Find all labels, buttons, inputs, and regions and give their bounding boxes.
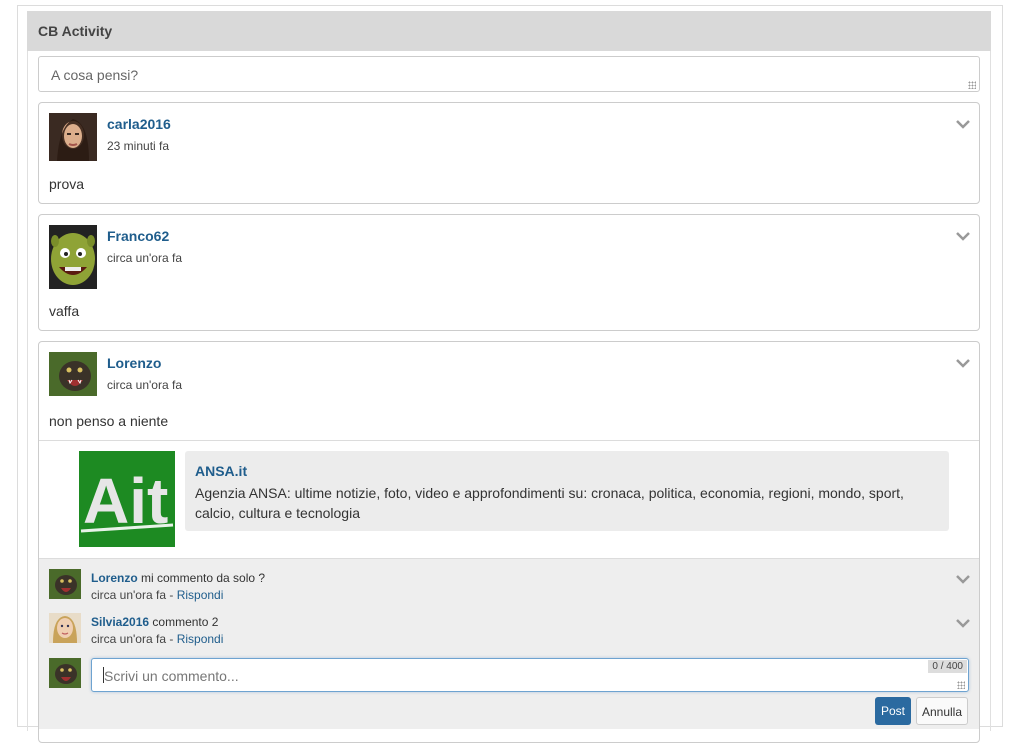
post-text: prova xyxy=(49,176,85,192)
avatar[interactable] xyxy=(49,569,81,599)
link-description: Agenzia ANSA: ultime notizie, foto, vide… xyxy=(195,485,904,521)
link-title[interactable]: ANSA.it xyxy=(195,463,247,479)
resize-grip-icon[interactable] xyxy=(968,81,976,89)
ansa-logo[interactable]: Ait xyxy=(79,451,175,547)
chevron-down-icon[interactable] xyxy=(956,574,970,584)
reply-link[interactable]: Rispondi xyxy=(177,632,224,646)
post-button[interactable]: Post xyxy=(875,697,911,725)
reply-link[interactable]: Rispondi xyxy=(177,588,224,602)
post-author[interactable]: Franco62 xyxy=(107,228,169,244)
link-preview[interactable]: Ait ANSA.it Agenzia ANSA: ultime notizie… xyxy=(39,440,979,559)
cancel-button[interactable]: Annulla xyxy=(916,697,968,725)
activity-post: Lorenzo circa un'ora fa non penso a nien… xyxy=(38,341,980,743)
avatar[interactable] xyxy=(49,113,97,161)
panel-header: CB Activity xyxy=(27,11,991,51)
comment-placeholder: Scrivi un commento... xyxy=(104,668,239,684)
comment-timestamp: circa un'ora fa xyxy=(91,588,166,602)
post-timestamp: 23 minuti fa xyxy=(107,139,170,153)
comment-meta: circa un'ora fa - Rispondi xyxy=(91,588,223,602)
avatar[interactable] xyxy=(49,225,97,289)
comment-text-line: Silvia2016 commento 2 xyxy=(91,615,218,629)
chevron-down-icon[interactable] xyxy=(956,358,970,368)
comment-text-line: Lorenzo mi commento da solo ? xyxy=(91,571,265,585)
chevron-down-icon[interactable] xyxy=(956,618,970,628)
chevron-down-icon[interactable] xyxy=(956,119,970,129)
status-placeholder: A cosa pensi? xyxy=(51,67,139,83)
comment-separator: - xyxy=(169,588,174,602)
comment-text: mi commento da solo ? xyxy=(141,571,266,585)
resize-grip-icon[interactable] xyxy=(957,681,965,689)
post-text: non penso a niente xyxy=(49,413,169,429)
comments-section: Lorenzo mi commento da solo ? circa un'o… xyxy=(39,558,979,729)
comment-author[interactable]: Lorenzo xyxy=(91,571,138,585)
avatar[interactable] xyxy=(49,352,97,396)
comment-separator: - xyxy=(169,632,174,646)
post-author[interactable]: carla2016 xyxy=(107,116,171,132)
comment-input[interactable]: Scrivi un commento... 0 / 400 xyxy=(91,658,969,692)
post-timestamp: circa un'ora fa xyxy=(107,251,182,265)
post-timestamp: circa un'ora fa xyxy=(107,378,182,392)
activity-post: Franco62 circa un'ora fa vaffa xyxy=(38,214,980,331)
post-author[interactable]: Lorenzo xyxy=(107,355,161,371)
comment-timestamp: circa un'ora fa xyxy=(91,632,166,646)
avatar[interactable] xyxy=(49,613,81,643)
character-counter: 0 / 400 xyxy=(928,660,967,673)
activity-post: carla2016 23 minuti fa prova xyxy=(38,102,980,204)
chevron-down-icon[interactable] xyxy=(956,231,970,241)
link-info: ANSA.it Agenzia ANSA: ultime notizie, fo… xyxy=(185,451,949,531)
avatar xyxy=(49,658,81,688)
comment-author[interactable]: Silvia2016 xyxy=(91,615,149,629)
comment-text: commento 2 xyxy=(152,615,219,629)
panel-title: CB Activity xyxy=(38,23,113,39)
status-input[interactable]: A cosa pensi? xyxy=(38,56,980,92)
post-text: vaffa xyxy=(49,303,80,319)
comment-meta: circa un'ora fa - Rispondi xyxy=(91,632,223,646)
